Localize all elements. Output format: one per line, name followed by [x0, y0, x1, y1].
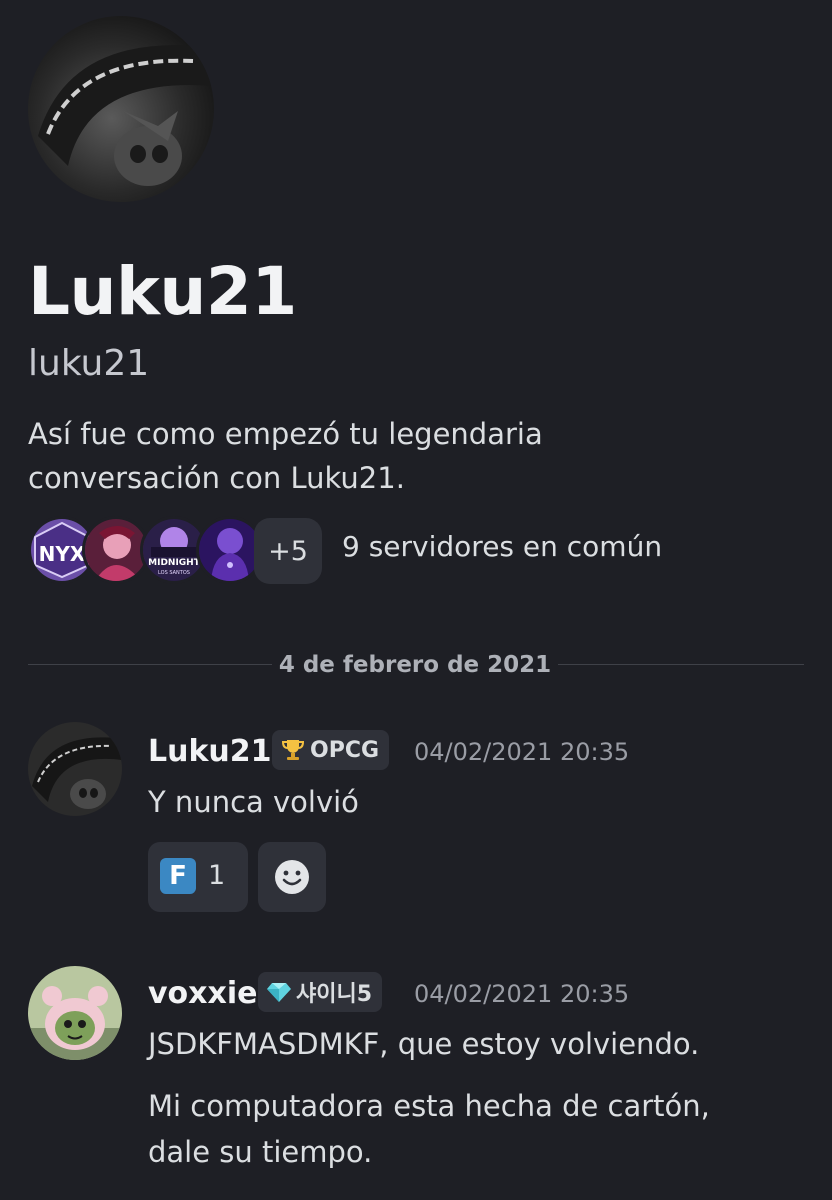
server-tag[interactable]: 샤이니5 — [258, 972, 383, 1012]
mutual-servers[interactable]: NYX MIDNIGHT LOS SANTOS +5 9 servidores … — [28, 516, 808, 586]
message-timestamp: 04/02/2021 20:35 — [414, 980, 630, 1008]
profile-avatar[interactable] — [28, 16, 214, 202]
server-tag[interactable]: OPCG — [272, 730, 390, 770]
message-text: Y nunca volvió — [148, 785, 359, 819]
svg-text:LOS SANTOS: LOS SANTOS — [158, 570, 190, 576]
trophy-icon — [281, 740, 305, 760]
svg-text:NYX: NYX — [39, 542, 86, 566]
divider-date: 4 de febrero de 2021 — [278, 652, 552, 678]
dm-start-screen: Luku21 luku21 Así fue como empezó tu leg… — [0, 0, 832, 1200]
reaction-count: 1 — [208, 860, 226, 891]
profile-display-name: Luku21 — [28, 253, 297, 330]
profile-username: luku21 — [28, 343, 150, 384]
server-tag-label: 샤이니5 — [296, 982, 373, 1007]
divider-line — [28, 664, 272, 665]
conversation-intro-text: Así fue como empezó tu legendaria conver… — [28, 417, 543, 495]
message-text: JSDKFMASDMKF, que estoy volviendo. — [148, 1027, 700, 1061]
message-timestamp: 04/02/2021 20:35 — [414, 738, 630, 766]
date-divider: 4 de febrero de 2021 — [28, 648, 804, 682]
mutual-servers-label[interactable]: 9 servidores en común — [342, 530, 662, 563]
message-avatar[interactable] — [28, 966, 122, 1060]
svg-text:MIDNIGHT: MIDNIGHT — [148, 558, 201, 568]
message-author[interactable]: Luku21 — [148, 732, 272, 772]
message-avatar[interactable] — [28, 722, 122, 816]
divider-line — [558, 664, 804, 665]
add-reaction-button[interactable] — [258, 842, 326, 912]
message-author[interactable]: voxxie — [148, 974, 258, 1014]
message-text: dale su tiempo. — [148, 1135, 373, 1169]
reaction-f-button[interactable]: F 1 — [148, 842, 248, 912]
more-servers-button[interactable]: +5 — [254, 518, 322, 584]
smiley-icon — [275, 860, 309, 894]
gem-icon — [267, 983, 291, 1002]
server-tag-label: OPCG — [310, 737, 380, 763]
message-text: Mi computadora esta hecha de cartón, — [148, 1089, 710, 1123]
regional-indicator-f-icon: F — [160, 858, 196, 894]
